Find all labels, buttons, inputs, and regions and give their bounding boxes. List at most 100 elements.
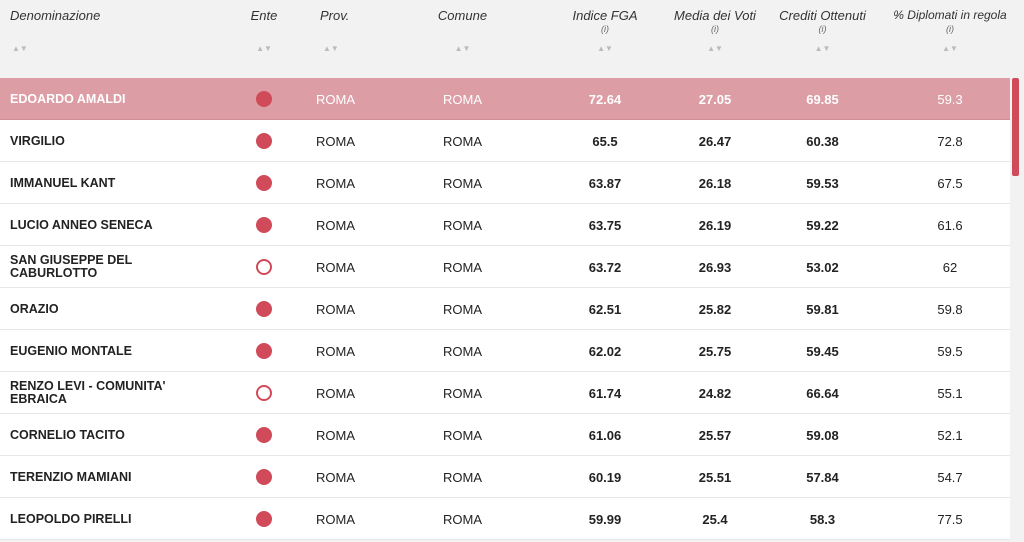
media-voti-cell: 26.19: [698, 217, 732, 233]
media-voti-cell: 27.05: [698, 91, 732, 107]
ente-cell: [243, 78, 285, 120]
provincia-cell: ROMA: [316, 133, 355, 149]
table-row[interactable]: EDOARDO AMALDI ROMA ROMA 72.64 27.05 69.85 59.…: [0, 78, 1010, 120]
column-label: Ente: [250, 8, 278, 23]
info-icon[interactable]: (i): [880, 24, 1020, 34]
sort-arrows-icon[interactable]: ▲▼: [880, 44, 1020, 53]
column-header-diplomati[interactable]: % Diplomati in regola (i) ▲▼: [880, 0, 1020, 78]
scrollbar[interactable]: [1012, 78, 1019, 176]
column-header-fga[interactable]: Indice FGA (i) ▲▼: [560, 0, 650, 78]
provincia-cell: ROMA: [316, 301, 355, 317]
sort-arrows-icon[interactable]: ▲▼: [560, 44, 650, 53]
table-row[interactable]: IMMANUEL KANT ROMA ROMA 63.87 26.18 59.53 67.5: [0, 162, 1010, 204]
school-name[interactable]: RENZO LEVI - COMUNITA' EBRAICA: [10, 372, 210, 414]
crediti-cell: 59.45: [806, 343, 839, 359]
crediti-cell: 59.22: [806, 217, 839, 233]
info-icon[interactable]: (i): [770, 24, 875, 34]
column-label: Comune: [437, 8, 488, 23]
crediti-cell: 57.84: [806, 469, 839, 485]
table-row[interactable]: TERENZIO MAMIANI ROMA ROMA 60.19 25.51 57.84 5…: [0, 456, 1010, 498]
school-name[interactable]: CORNELIO TACITO: [10, 414, 210, 456]
indice-fga-cell: 60.19: [588, 469, 622, 485]
column-label: % Diplomati in regola: [893, 8, 1007, 22]
ente-statale-dot-icon: [256, 511, 272, 527]
info-icon[interactable]: (i): [665, 24, 765, 34]
school-name[interactable]: EUGENIO MONTALE: [10, 330, 210, 372]
school-name[interactable]: TERENZIO MAMIANI: [10, 456, 210, 498]
media-voti-cell: 24.82: [698, 385, 732, 401]
column-header-prov[interactable]: Prov. ▲▼: [316, 0, 376, 78]
indice-fga-cell: 61.06: [588, 427, 622, 443]
sort-arrows-icon[interactable]: ▲▼: [770, 44, 875, 53]
ente-statale-dot-icon: [256, 133, 272, 149]
school-name[interactable]: EDOARDO AMALDI: [10, 78, 210, 120]
table-row[interactable]: LUCIO ANNEO SENECA ROMA ROMA 63.75 26.19 59.2…: [0, 204, 1010, 246]
provincia-cell: ROMA: [316, 217, 355, 233]
provincia-cell: ROMA: [316, 511, 355, 527]
sort-arrows-icon[interactable]: ▲▼: [665, 44, 765, 53]
sort-arrows-icon[interactable]: ▲▼: [323, 44, 376, 53]
school-name[interactable]: VIRGILIO: [10, 120, 210, 162]
media-voti-cell: 26.47: [698, 133, 732, 149]
indice-fga-cell: 65.5: [592, 133, 618, 149]
table-header: Denominazione ▲▼ Ente ▲▼ Prov. ▲▼ Comune…: [0, 0, 1024, 78]
ente-statale-dot-icon: [256, 301, 272, 317]
info-icon[interactable]: (i): [560, 24, 650, 34]
ente-statale-dot-icon: [256, 343, 272, 359]
column-label: Prov.: [320, 8, 350, 23]
comune-cell: ROMA: [443, 343, 482, 359]
ente-statale-dot-icon: [256, 427, 272, 443]
sort-arrows-icon[interactable]: ▲▼: [410, 44, 515, 53]
diplomati-cell: 55.1: [937, 385, 963, 401]
provincia-cell: ROMA: [316, 175, 355, 191]
indice-fga-cell: 72.64: [588, 91, 622, 107]
ente-cell: [243, 288, 285, 330]
school-name[interactable]: ORAZIO: [10, 288, 210, 330]
sort-arrows-icon[interactable]: ▲▼: [12, 44, 210, 53]
ente-paritario-circle-icon: [256, 385, 272, 401]
table-row[interactable]: EUGENIO MONTALE ROMA ROMA 62.02 25.75 59.45 59…: [0, 330, 1010, 372]
indice-fga-cell: 62.51: [588, 301, 622, 317]
diplomati-cell: 52.1: [937, 427, 963, 443]
comune-cell: ROMA: [443, 427, 482, 443]
ente-paritario-circle-icon: [256, 259, 272, 275]
ente-cell: [243, 414, 285, 456]
ente-cell: [243, 330, 285, 372]
ente-cell: [243, 120, 285, 162]
indice-fga-cell: 63.87: [588, 175, 622, 191]
column-label: Indice FGA: [572, 8, 638, 23]
column-header-crediti[interactable]: Crediti Ottenuti (i) ▲▼: [770, 0, 875, 78]
table-row[interactable]: CORNELIO TACITO ROMA ROMA 61.06 25.57 59.08 52…: [0, 414, 1010, 456]
media-voti-cell: 25.75: [698, 343, 732, 359]
comune-cell: ROMA: [443, 259, 482, 275]
provincia-cell: ROMA: [316, 91, 355, 107]
table-row[interactable]: VIRGILIO ROMA ROMA 65.5 26.47 60.38 72.8: [0, 120, 1010, 162]
school-name[interactable]: LEOPOLDO PIRELLI: [10, 498, 210, 540]
crediti-cell: 69.85: [806, 91, 839, 107]
diplomati-cell: 54.7: [937, 469, 963, 485]
comune-cell: ROMA: [443, 133, 482, 149]
comune-cell: ROMA: [443, 511, 482, 527]
ente-cell: [243, 246, 285, 288]
sort-arrows-icon[interactable]: ▲▼: [243, 44, 285, 53]
column-label: Crediti Ottenuti: [779, 8, 866, 23]
table-row[interactable]: LEOPOLDO PIRELLI ROMA ROMA 59.99 25.4 58.3 77.…: [0, 498, 1010, 540]
ente-cell: [243, 456, 285, 498]
table-row[interactable]: SAN GIUSEPPE DEL CABURLOTTO ROMA ROMA 63.72…: [0, 246, 1010, 288]
column-header-denominazione[interactable]: Denominazione ▲▼: [10, 0, 210, 78]
ente-statale-dot-icon: [256, 469, 272, 485]
ente-statale-dot-icon: [256, 217, 272, 233]
table-row[interactable]: ORAZIO ROMA ROMA 62.51 25.82 59.81 59.8: [0, 288, 1010, 330]
comune-cell: ROMA: [443, 91, 482, 107]
comune-cell: ROMA: [443, 469, 482, 485]
provincia-cell: ROMA: [316, 385, 355, 401]
column-header-comune[interactable]: Comune ▲▼: [410, 0, 515, 78]
school-name[interactable]: IMMANUEL KANT: [10, 162, 210, 204]
diplomati-cell: 67.5: [937, 175, 963, 191]
table-row[interactable]: RENZO LEVI - COMUNITA' EBRAICA ROMA ROMA 61…: [0, 372, 1010, 414]
column-header-ente[interactable]: Ente ▲▼: [243, 0, 285, 78]
indice-fga-cell: 59.99: [588, 511, 622, 527]
school-name[interactable]: SAN GIUSEPPE DEL CABURLOTTO: [10, 246, 210, 288]
column-header-media[interactable]: Media dei Voti (i) ▲▼: [665, 0, 765, 78]
school-name[interactable]: LUCIO ANNEO SENECA: [10, 204, 210, 246]
